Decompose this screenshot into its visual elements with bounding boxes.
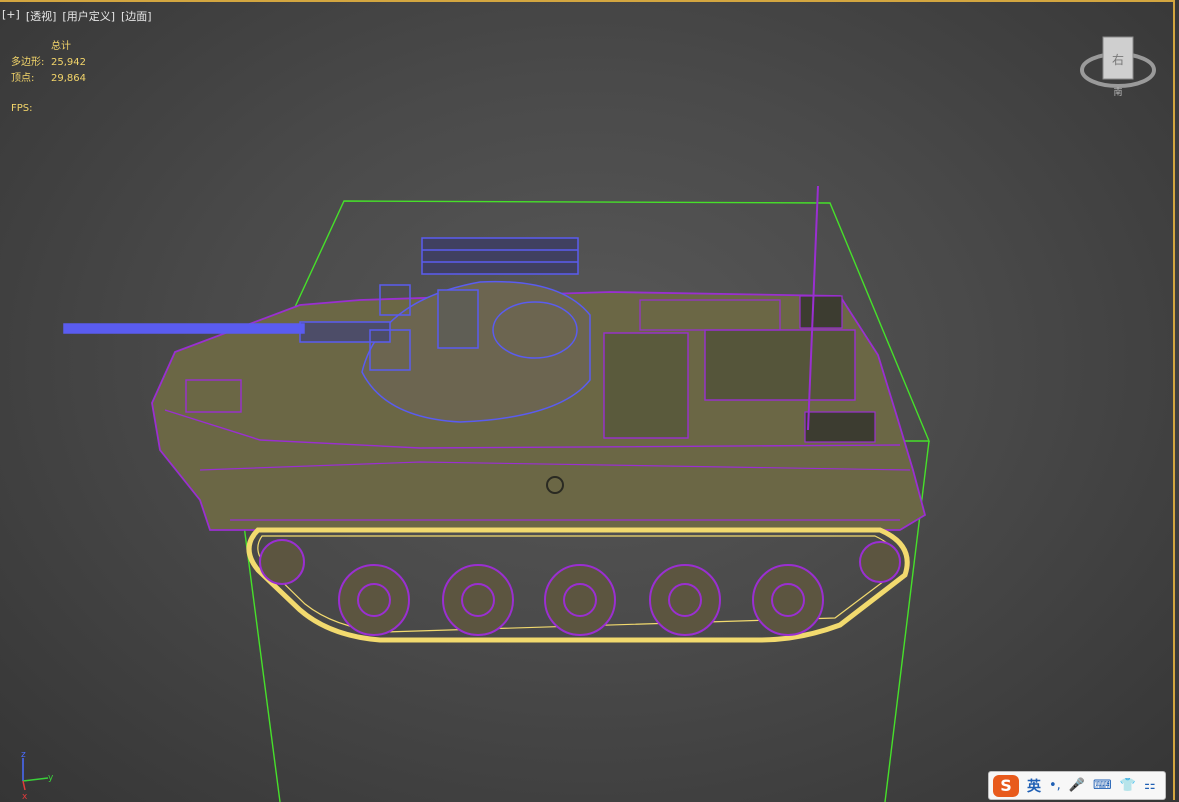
sogou-logo-icon[interactable]: S (993, 774, 1019, 797)
viewcube-compass-label[interactable]: 南 (1113, 86, 1122, 98)
punctuation-icon[interactable]: •, (1049, 778, 1061, 793)
axis-tripod-icon: z y x (21, 750, 54, 802)
axis-y-label: y (48, 773, 54, 783)
road-wheels (259, 539, 901, 636)
toolbox-icon[interactable]: ⚏ (1144, 778, 1156, 793)
ime-toolbar[interactable]: S 英 •, 🎤 ⌨ 👕 ⚏ (988, 771, 1166, 800)
viewport-scene[interactable]: 右 南 z y x (0, 0, 1179, 802)
ime-language-toggle[interactable]: 英 (1027, 776, 1041, 796)
viewcube-face-label[interactable]: 右 (1112, 52, 1124, 67)
keyboard-icon[interactable]: ⌨ (1093, 778, 1112, 793)
skin-icon[interactable]: 👕 (1120, 778, 1136, 793)
microphone-icon[interactable]: 🎤 (1069, 778, 1085, 793)
axis-z-label: z (21, 750, 26, 760)
axis-x-label: x (22, 792, 28, 802)
viewcube[interactable]: 右 南 (1080, 36, 1156, 98)
